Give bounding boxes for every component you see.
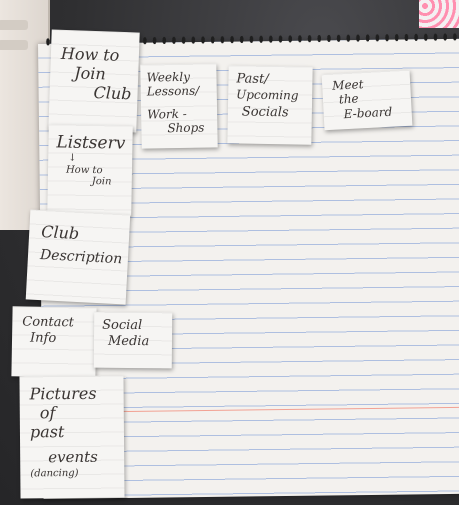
note-line: Media [107,333,150,349]
sticky-note-meet-the-eboard[interactable]: Meet the E-board [321,69,413,131]
sticky-note-social-media[interactable]: Social Media [93,311,173,369]
laptop-key [0,20,28,30]
patterned-object [419,0,459,28]
sticky-note-contact-info[interactable]: Contact Info [11,306,97,378]
sticky-note-how-to-join[interactable]: How to Join Club [48,29,140,133]
note-line: Listserv [56,132,126,154]
sticky-note-pictures-past-events[interactable]: Pictures of past events (dancing) [19,375,125,499]
note-line: past [29,422,65,442]
note-line: events [48,447,98,466]
sticky-note-club-description[interactable]: Club Description [25,209,131,305]
note-line: E-board [343,104,393,122]
note-line: Join [73,63,107,84]
note-line: Pictures [29,383,97,404]
note-line: Club [93,83,132,104]
note-line: Info [29,330,57,346]
note-line: Lessons/ [146,84,200,99]
note-line: Weekly [146,69,191,85]
sticky-note-past-upcoming-socials[interactable]: Past/ Upcoming Socials [227,65,313,145]
note-line: Join [91,176,112,188]
note-line: Shops [167,120,205,136]
note-line: Socials [241,104,289,121]
sticky-note-listserv[interactable]: Listserv ↓ How to Join [47,124,133,216]
laptop-key [0,40,28,50]
note-line: of [39,403,56,423]
sticky-note-weekly-lessons[interactable]: Weekly Lessons/ Work - Shops [140,63,218,149]
note-line: Past/ [236,71,269,87]
photo-scene: How to Join Club Weekly Lessons/ Work - … [0,0,459,505]
note-line: Contact [22,314,75,331]
note-line: How to [60,43,120,65]
note-line: (dancing) [30,467,79,479]
note-line: Club [40,222,80,244]
note-line: How to [65,164,103,177]
note-line: Social [102,317,143,334]
note-line: Description [39,247,123,268]
note-line: Upcoming [236,87,299,103]
note-line: Work - [147,106,187,122]
